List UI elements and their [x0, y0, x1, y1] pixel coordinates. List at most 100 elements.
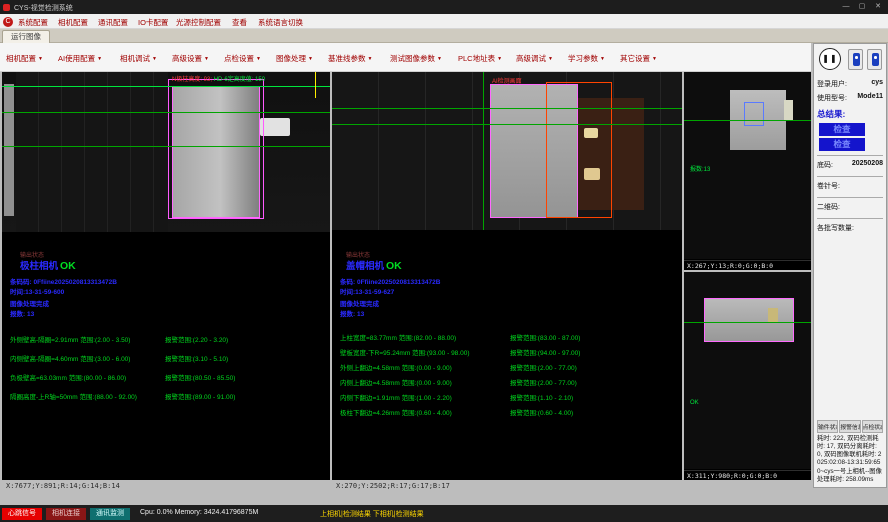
- tab-strip: 运行图像: [0, 29, 888, 43]
- right-time: 时间:13-31-59-627: [340, 286, 394, 296]
- result-box-2: 检查: [819, 138, 865, 151]
- measure-row: 内侧下翻边=1.91mm 范围:(1.00 - 2.20): [340, 392, 452, 402]
- maximize-button[interactable]: ▢: [854, 0, 870, 14]
- menu-item-light-config[interactable]: 光源控制配置: [176, 17, 221, 28]
- login-user-value: cys: [871, 79, 883, 89]
- lock-icon-dot: [874, 56, 877, 59]
- chevron-down-icon: ▼: [600, 56, 605, 62]
- left-time: 时间:13-31-59-600: [10, 286, 64, 296]
- toolbar-item-plc-address[interactable]: PLC地址表▼: [458, 53, 502, 64]
- chevron-down-icon: ▼: [497, 56, 502, 62]
- small-view-1-coords: X:267;Y:13;R:0;G:0;B:0: [684, 260, 811, 270]
- left-camera-image[interactable]: N极柱高度: 93; HD-6定高度值: 150: [2, 72, 330, 232]
- bottom-code-label: 底码:: [817, 160, 833, 170]
- toolbar-item-baseline-params[interactable]: 基准线参数▼: [328, 53, 372, 64]
- side-tab-parts-status[interactable]: 输件状态: [817, 420, 838, 433]
- left-process-done: 图像处理完成: [10, 298, 49, 308]
- lock-icon-button[interactable]: [867, 49, 882, 70]
- left-ok-badge: OK: [60, 260, 76, 272]
- menu-item-camera-config[interactable]: 相机配置: [58, 17, 88, 28]
- close-button[interactable]: ✕: [870, 0, 886, 14]
- minimize-button[interactable]: —: [838, 0, 854, 14]
- menu-item-language-switch[interactable]: 系统语言切换: [258, 17, 303, 28]
- side-controls: ❚❚: [817, 47, 883, 75]
- bottom-code-value: 20250208: [852, 160, 883, 170]
- side-tab-alarm-info[interactable]: 报警信息: [839, 420, 860, 433]
- batch-count-label: 各批写数量:: [817, 223, 883, 233]
- menu-bar: C 系统配置 相机配置 通讯配置 IO卡配置 光源控制配置 查看 系统语言切换: [0, 14, 888, 29]
- guide-line-green: [332, 124, 682, 125]
- measure-alarm: 报警范围:(0.60 - 4.00): [510, 407, 573, 417]
- left-image-overlay-text: N极柱高度: 93; HD-6定高度值: 150: [172, 74, 265, 83]
- right-ok-badge: OK: [386, 260, 402, 272]
- scene-edge-strip: [4, 84, 14, 216]
- menu-item-view[interactable]: 查看: [232, 17, 247, 28]
- right-camera-image[interactable]: AI检测画面: [332, 72, 682, 230]
- device-icon-dot: [855, 56, 858, 59]
- measure-alarm: 报警范围:(1.10 - 2.10): [510, 392, 573, 402]
- scene-object: [704, 298, 794, 342]
- device-icon: [853, 53, 860, 66]
- chevron-down-icon: ▼: [308, 56, 313, 62]
- measure-row: 外侧上翻边=4.58mm 范围:(0.00 - 9.00): [340, 362, 452, 372]
- toolbar-item-advanced-debug[interactable]: 高级调试▼: [516, 53, 553, 64]
- guide-line-green: [2, 112, 330, 113]
- qr-code-label: 二维码:: [817, 202, 883, 212]
- measure-row: 隔圈高度-上R轴=50mm 范围:(88.00 - 92.00): [10, 391, 137, 401]
- guide-line-green: [332, 108, 682, 109]
- chevron-down-icon: ▼: [152, 56, 157, 62]
- login-user-row: 登录用户: cys: [817, 79, 883, 89]
- measure-alarm: 报警范围:(83.00 - 87.00): [510, 332, 580, 342]
- lock-icon: [872, 53, 879, 66]
- right-barcode: 条码: 0Ffiine2025020813313472B: [340, 276, 440, 286]
- menu-item-io-config[interactable]: IO卡配置: [138, 17, 168, 28]
- toolbar-item-other-settings[interactable]: 其它设置▼: [620, 53, 657, 64]
- measure-row: 上柱宽度=83.77mm 范围:(82.00 - 88.00): [340, 332, 456, 342]
- bottom-code-row: 底码: 20250208: [817, 160, 883, 170]
- scene-connector: [260, 118, 290, 136]
- menu-item-system-config[interactable]: 系统配置: [18, 17, 48, 28]
- toolbar-item-image-processing[interactable]: 图像处理▼: [276, 53, 313, 64]
- divider: [817, 155, 883, 156]
- model-value: Mode11: [857, 93, 883, 103]
- heartbeat-indicator: 心跳信号: [2, 508, 42, 520]
- measure-alarm: 报警范围:(2.00 - 77.00): [510, 377, 577, 387]
- small-view-1-image[interactable]: 报数:13: [684, 72, 811, 259]
- divider: [817, 176, 883, 177]
- pause-button[interactable]: ❚❚: [819, 48, 841, 70]
- guide-line-green: [684, 322, 811, 323]
- side-tab-check-status[interactable]: 点检状态: [862, 420, 883, 433]
- toolbar-item-ai-config[interactable]: AI使用配置▼: [58, 53, 102, 64]
- chevron-down-icon: ▼: [652, 56, 657, 62]
- left-pixel-coords: X:7677;Y:891;R:14;G:14;B:14: [6, 482, 120, 490]
- small-view-1-overlay: 报数:13: [690, 164, 710, 173]
- camera-device-icon-button[interactable]: [848, 49, 863, 70]
- toolbar-item-spotcheck-settings[interactable]: 点检设置▼: [224, 53, 261, 64]
- chevron-down-icon: ▼: [368, 56, 373, 62]
- toolbar-item-learning-params[interactable]: 学习参数▼: [568, 53, 605, 64]
- menu-item-comm-config[interactable]: 通讯配置: [98, 17, 128, 28]
- result-box-1: 检查: [819, 123, 865, 136]
- right-process-done: 图像处理完成: [340, 298, 379, 308]
- window-title: CYS-视觉检测系统: [14, 3, 73, 13]
- overlay-value-green: HD-6定高度值: 150: [214, 77, 265, 83]
- toolbar-item-camera-debug[interactable]: 相机调试▼: [120, 53, 157, 64]
- left-camera-panel: N极柱高度: 93; HD-6定高度值: 150 输出状态 极柱相机OK 条码码…: [2, 72, 330, 480]
- measure-row: 外侧壁高-隔圈=2.91mm 范围:(2.00 - 3.50): [10, 334, 130, 344]
- divider: [817, 197, 883, 198]
- small-view-1: 报数:13 X:267;Y:13;R:0;G:0;B:0: [684, 72, 811, 270]
- small-view-2-image[interactable]: OK: [684, 272, 811, 469]
- app-icon: [3, 4, 10, 11]
- toolbar-item-advanced-settings[interactable]: 高级设置▼: [172, 53, 209, 64]
- toolbar-item-camera-config[interactable]: 相机配置▼: [6, 53, 43, 64]
- chevron-down-icon: ▼: [38, 56, 43, 62]
- chevron-down-icon: ▼: [548, 56, 553, 62]
- tab-run-image[interactable]: 运行图像: [2, 30, 50, 43]
- toolbar-item-test-image-params[interactable]: 测试图像参数▼: [390, 53, 442, 64]
- login-user-label: 登录用户:: [817, 79, 847, 89]
- guide-line-green-vertical: [483, 72, 484, 230]
- scene-highlight-spot: [784, 100, 793, 120]
- measure-alarm: 报警范围:(2.00 - 77.00): [510, 362, 577, 372]
- pin-number-label: 卷针号:: [817, 181, 883, 191]
- left-result-title: 极柱相机OK: [20, 258, 76, 272]
